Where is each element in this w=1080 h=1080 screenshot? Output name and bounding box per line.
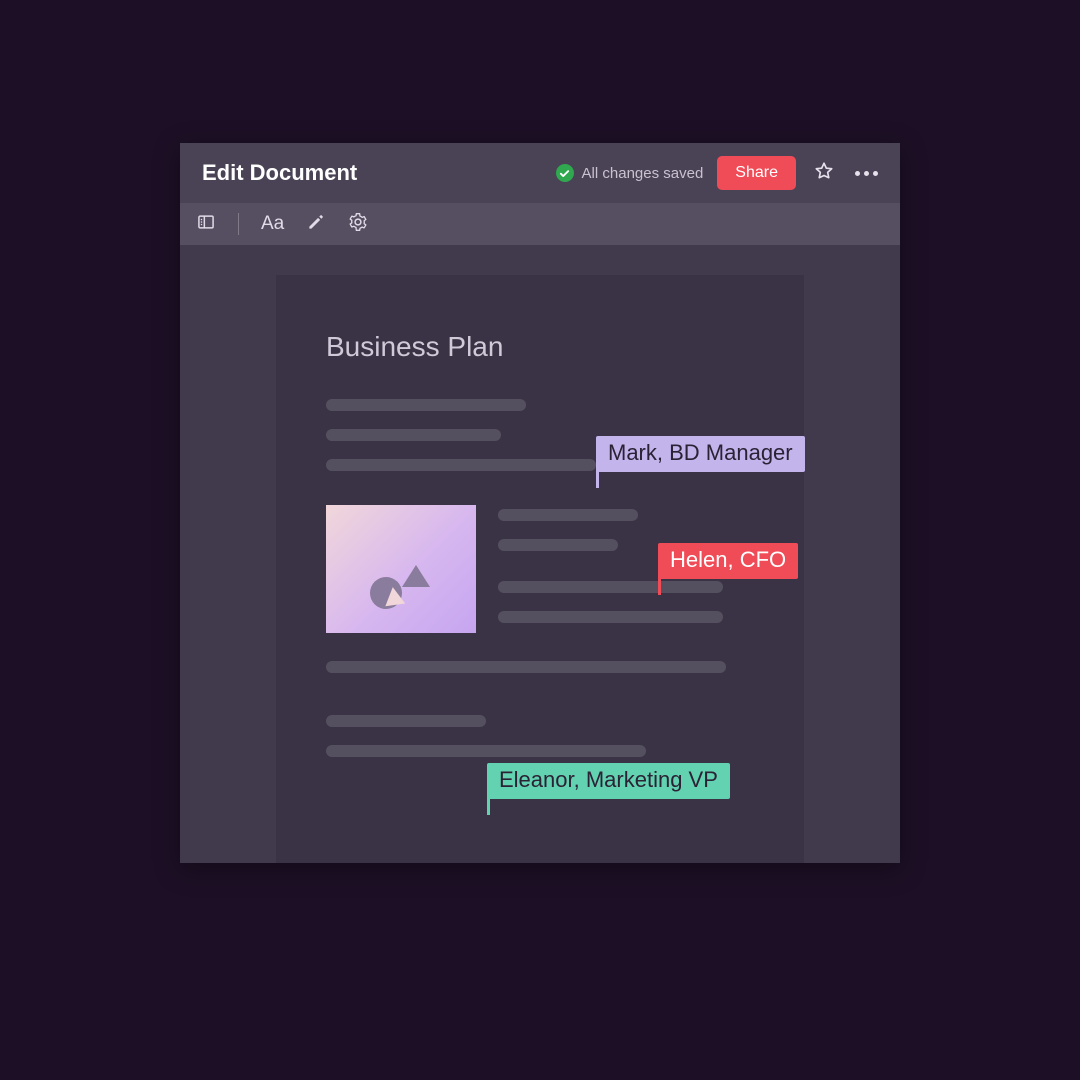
more-menu-button[interactable] [852, 159, 880, 187]
edit-button[interactable] [306, 212, 326, 237]
text-placeholder [498, 509, 638, 521]
cursor-label: Eleanor, Marketing VP [499, 767, 718, 792]
document-title: Business Plan [326, 331, 754, 363]
panel-icon [196, 212, 216, 237]
panel-toggle-button[interactable] [196, 212, 216, 237]
typography-button[interactable]: Aa [261, 213, 284, 235]
cursor-caret-icon [596, 470, 599, 488]
text-placeholder [326, 745, 646, 757]
text-placeholder [326, 661, 726, 673]
collaborator-cursor-eleanor[interactable]: Eleanor, Marketing VP [487, 763, 730, 799]
editor-window: Edit Document All changes saved Share Aa [180, 143, 900, 863]
cursor-label: Helen, CFO [670, 547, 786, 572]
toolbar-divider [238, 213, 239, 235]
share-button[interactable]: Share [717, 156, 796, 190]
check-icon [556, 164, 574, 182]
text-placeholder [498, 539, 618, 551]
more-icon [855, 171, 878, 176]
favorite-button[interactable] [810, 159, 838, 187]
page-title: Edit Document [202, 160, 357, 186]
star-icon [813, 160, 835, 187]
text-placeholder [326, 459, 596, 471]
toolbar: Aa [180, 203, 900, 245]
header-bar: Edit Document All changes saved Share [180, 143, 900, 203]
collaborator-cursor-helen[interactable]: Helen, CFO [658, 543, 798, 579]
text-placeholder [326, 399, 526, 411]
cursor-caret-icon [487, 797, 490, 815]
document-canvas[interactable]: Business Plan [180, 245, 900, 863]
collaborator-cursor-mark[interactable]: Mark, BD Manager [596, 436, 805, 472]
pencil-icon [306, 212, 326, 237]
text-placeholder [498, 581, 723, 593]
text-placeholder [326, 429, 501, 441]
text-placeholder [498, 611, 723, 623]
text-placeholder [326, 715, 486, 727]
cursor-caret-icon [658, 577, 661, 595]
cursor-label: Mark, BD Manager [608, 440, 793, 465]
settings-button[interactable] [348, 212, 368, 237]
gear-icon [348, 212, 368, 237]
save-status-text: All changes saved [582, 165, 704, 182]
paragraph-block [326, 661, 754, 757]
save-status: All changes saved [556, 164, 704, 182]
image-thumbnail[interactable] [326, 505, 476, 633]
